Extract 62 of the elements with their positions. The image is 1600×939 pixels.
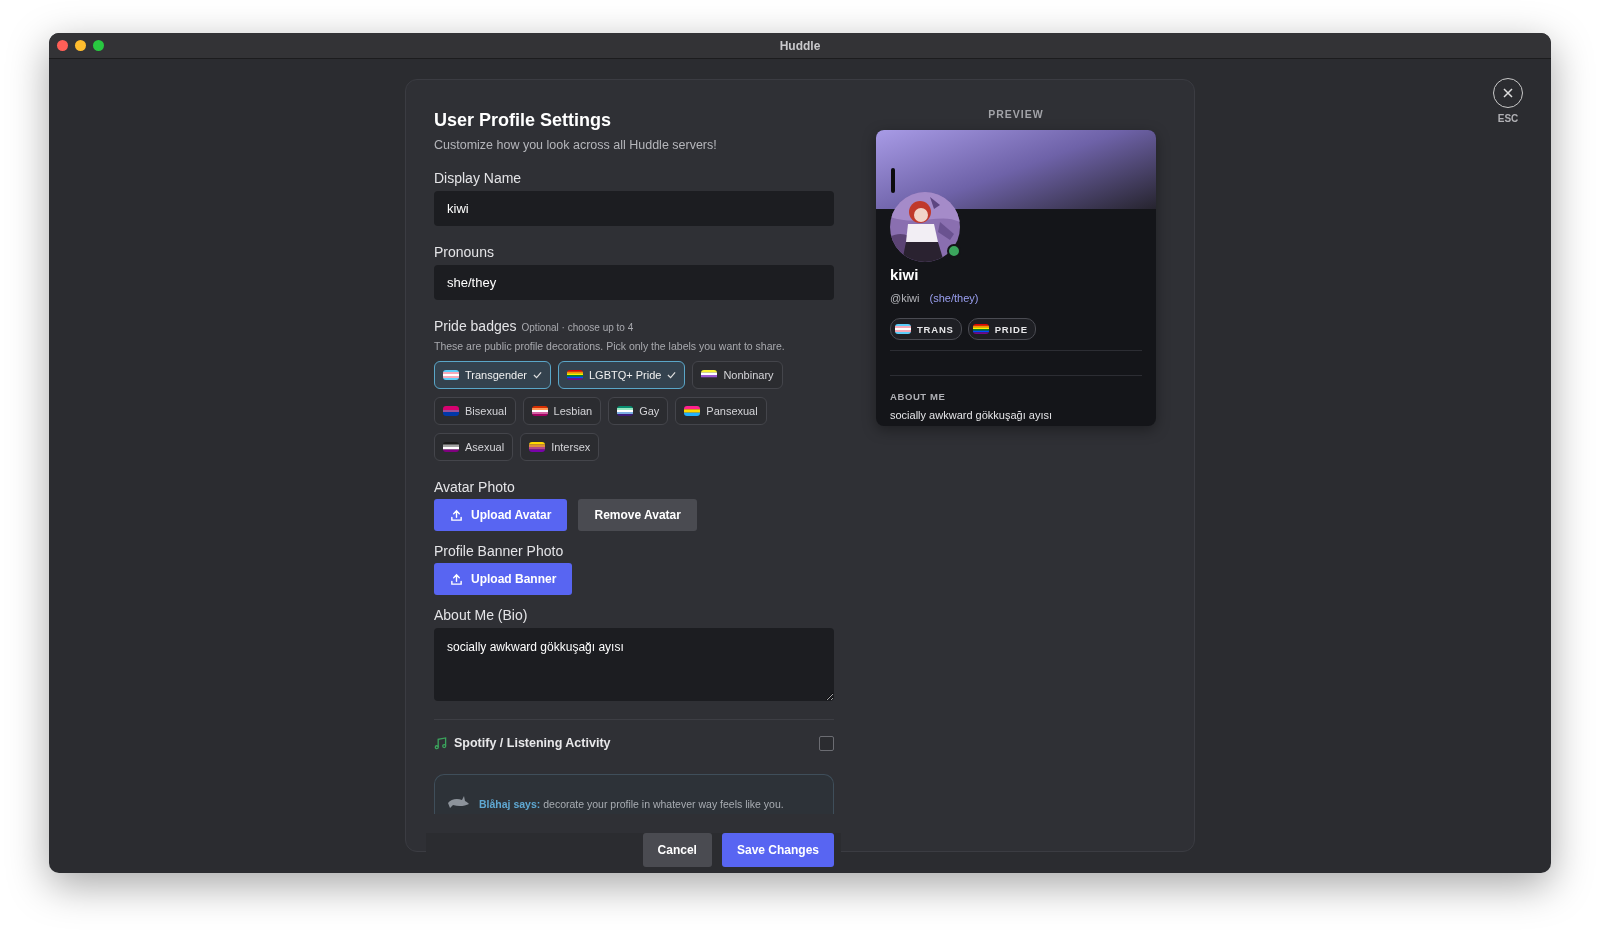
window-title: Huddle xyxy=(779,38,821,53)
profile-handle: @kiwi xyxy=(890,292,920,304)
flag-icon xyxy=(701,370,718,380)
upload-icon xyxy=(450,508,463,522)
display-name-field[interactable]: kiwi xyxy=(434,191,834,226)
tip-text: Blåhaj says: decorate your profile in whatever way feels like you. xyxy=(479,798,784,810)
field-label: Pride badges xyxy=(434,318,517,334)
profile-pronouns: (she/they) xyxy=(929,292,979,304)
badge-chip[interactable]: Bisexual xyxy=(434,397,516,425)
profile-badge: TRANS xyxy=(890,318,962,340)
pronouns-field[interactable]: she/they xyxy=(434,265,834,300)
flag-icon xyxy=(443,406,459,416)
spotify-label: Spotify / Listening Activity xyxy=(454,736,612,750)
field-hint: Optional · choose up to 4 xyxy=(521,322,634,333)
flag-icon xyxy=(684,406,701,416)
remove-avatar-button[interactable]: Remove Avatar xyxy=(578,499,697,531)
upload-banner-button[interactable]: Upload Banner xyxy=(434,563,573,595)
music-note-icon xyxy=(434,736,447,750)
preview-heading: PREVIEW xyxy=(988,108,1044,120)
flag-icon xyxy=(443,370,459,380)
field-label: Display Name xyxy=(434,170,522,186)
save-button[interactable]: Save Changes xyxy=(721,833,834,867)
flag-icon xyxy=(529,442,546,452)
field-label: Pronouns xyxy=(434,244,494,260)
close-window-button[interactable] xyxy=(57,40,68,51)
field-label: About Me (Bio) xyxy=(434,607,528,623)
check-icon xyxy=(532,371,542,379)
badges-description: These are public profile decorations. Pick only the labels you want to share. xyxy=(434,340,786,352)
bio-field[interactable]: socially awkward gökkuşağı ayısı xyxy=(434,628,834,701)
zoom-button[interactable] xyxy=(93,40,104,51)
about-text: socially awkward gökkuşağı ayısı xyxy=(890,409,1053,421)
profile-name: kiwi xyxy=(890,266,920,283)
bar-mark xyxy=(891,168,895,193)
close-icon xyxy=(1503,88,1513,98)
dialog-subtitle: Customize how you look across all Huddle servers! xyxy=(434,138,718,152)
flag-icon xyxy=(531,406,548,416)
shark-icon xyxy=(447,794,469,810)
field-label: Profile Banner Photo xyxy=(434,543,564,559)
flag-icon xyxy=(566,370,583,380)
badge-chip[interactable]: Gay xyxy=(608,397,669,425)
flag-icon xyxy=(895,324,911,334)
badge-chip[interactable]: Intersex xyxy=(520,433,600,461)
about-heading: ABOUT ME xyxy=(890,391,947,402)
field-label: Avatar Photo xyxy=(434,479,515,495)
dialog-title: User Profile Settings xyxy=(434,110,613,131)
cancel-button[interactable]: Cancel xyxy=(642,833,712,867)
flag-icon xyxy=(617,406,634,416)
badge-chip[interactable]: Nonbinary xyxy=(692,361,783,389)
badge-chip[interactable]: Pansexual xyxy=(675,397,767,425)
check-icon xyxy=(667,371,677,379)
spotify-checkbox[interactable] xyxy=(819,735,834,751)
badge-chip[interactable]: Lesbian xyxy=(522,397,602,425)
close-hint: ESC xyxy=(1497,113,1519,124)
profile-badge: PRIDE xyxy=(967,318,1036,340)
badge-chip[interactable]: LGBTQ+ Pride xyxy=(557,361,686,389)
badge-chip[interactable]: Transgender xyxy=(434,361,551,389)
minimize-button[interactable] xyxy=(75,40,86,51)
flag-icon xyxy=(443,442,459,452)
badge-chip[interactable]: Asexual xyxy=(434,433,514,461)
upload-icon xyxy=(450,572,463,586)
flag-icon xyxy=(972,324,989,334)
upload-avatar-button[interactable]: Upload Avatar xyxy=(434,499,568,531)
